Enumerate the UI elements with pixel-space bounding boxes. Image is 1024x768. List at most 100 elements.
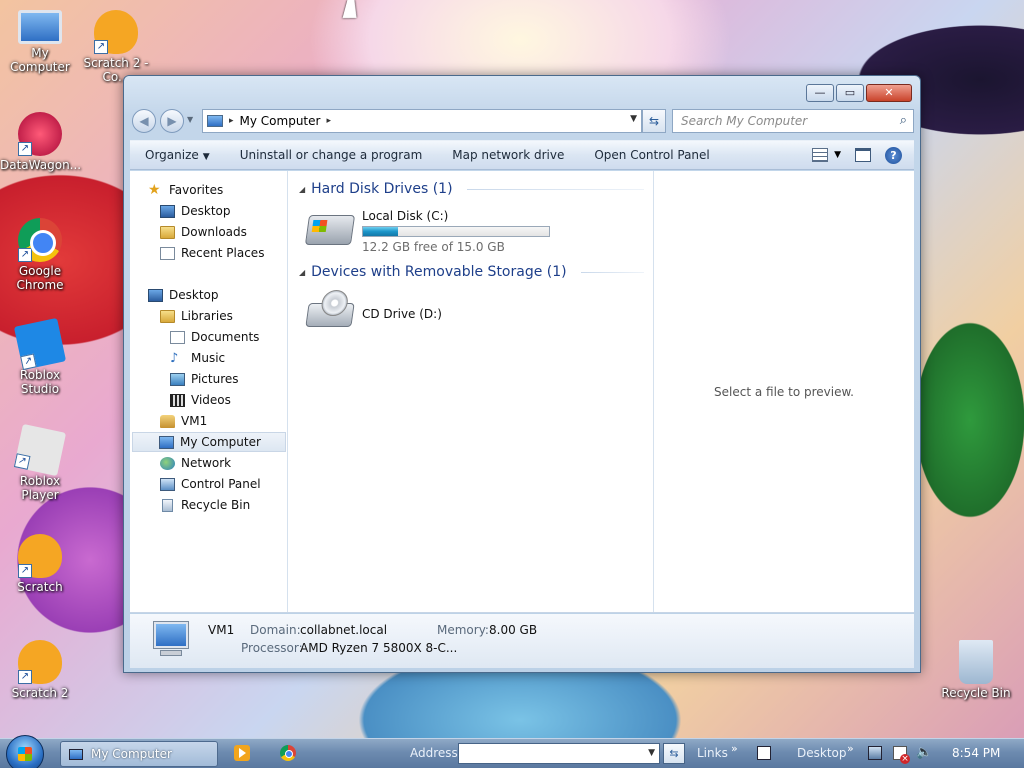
taskbar-go-button[interactable]: ⇆ <box>663 743 685 764</box>
nav-item-music[interactable]: ♪ Music <box>170 348 225 368</box>
address-dropdown-icon[interactable]: ▼ <box>630 114 637 124</box>
computer-icon <box>159 435 174 449</box>
nav-item-videos[interactable]: Videos <box>170 390 231 410</box>
breadcrumb-separator-icon[interactable]: ▸ <box>229 116 234 126</box>
nav-label: Documents <box>191 330 260 344</box>
desktop-icon-label: Roblox Player <box>19 474 61 502</box>
arrow-right-icon: ▶ <box>167 114 177 128</box>
links-toolbar[interactable]: Links <box>697 746 728 760</box>
nav-label: Recent Places <box>181 246 265 260</box>
drive-cd-d[interactable]: CD Drive (D:) <box>305 293 567 337</box>
domain-value: collabnet.local <box>300 623 388 637</box>
chrome-icon[interactable] <box>280 745 296 761</box>
desktop-toolbar[interactable]: Desktop <box>797 746 847 760</box>
help-icon[interactable]: ? <box>885 146 902 164</box>
computer-icon <box>69 748 83 760</box>
address-bar[interactable]: ▸ My Computer ▸ ▼ <box>202 109 642 133</box>
drive-local-disk-c[interactable]: Local Disk (C:) 12.2 GB free of 15.0 GB <box>304 209 567 254</box>
processor-label: Processor: <box>241 641 303 655</box>
nav-item-desktop[interactable]: Desktop <box>148 285 219 305</box>
nav-label: VM1 <box>181 414 208 428</box>
navigation-pane: ★ Favorites Desktop Downloads Recent Plac… <box>130 171 288 612</box>
nav-item-pictures[interactable]: Pictures <box>170 369 239 389</box>
minimize-button[interactable]: — <box>806 84 834 102</box>
network-tray-icon[interactable] <box>868 746 882 760</box>
group-header-hard-disk-drives[interactable]: ◢ Hard Disk Drives (1) <box>299 181 644 197</box>
volume-icon[interactable]: 🔈 <box>916 746 932 760</box>
organize-button[interactable]: Organize ▼ <box>130 148 225 162</box>
scratch-cat-icon: ↗ <box>18 534 62 578</box>
desktop-icon-roblox-studio[interactable]: ↗ Roblox Studio <box>0 317 80 396</box>
maximize-button[interactable]: ▭ <box>836 84 864 102</box>
shortcut-arrow-icon: ↗ <box>94 40 108 54</box>
open-control-panel-button[interactable]: Open Control Panel <box>579 148 724 162</box>
nav-item-documents[interactable]: Documents <box>170 327 259 347</box>
nav-item-network[interactable]: Network <box>160 453 231 473</box>
action-center-warning-icon[interactable] <box>893 746 910 764</box>
nav-item-libraries[interactable]: Libraries <box>160 306 233 326</box>
forward-button[interactable]: ▶ <box>160 109 184 133</box>
nav-label: Recycle Bin <box>181 498 251 512</box>
recent-places-icon <box>160 246 175 260</box>
recent-pages-dropdown-icon[interactable]: ▼ <box>187 115 193 124</box>
desktop-icon-roblox-player[interactable]: ↗ Roblox Player <box>0 423 80 502</box>
monitor-icon <box>18 10 62 44</box>
nav-label: My Computer <box>180 435 261 449</box>
start-button[interactable] <box>6 735 44 768</box>
notes-icon[interactable] <box>757 746 771 760</box>
memory-label: Memory: <box>437 623 489 637</box>
desktop-icon-label: DataWagon... <box>0 158 82 172</box>
nav-label: Desktop <box>169 288 219 302</box>
shortcut-arrow-icon: ↗ <box>20 353 37 371</box>
downloads-folder-icon <box>160 225 175 239</box>
back-button[interactable]: ◀ <box>132 109 156 133</box>
map-network-drive-button[interactable]: Map network drive <box>437 148 579 162</box>
desktop-chevron-icon[interactable]: » <box>847 742 854 755</box>
breadcrumb-my-computer[interactable]: My Computer <box>240 114 321 128</box>
desktop-icon-scratch2-copy[interactable]: ↗ Scratch 2 - Co... <box>76 10 156 84</box>
search-input[interactable]: Search My Computer ⌕ <box>672 109 914 133</box>
nav-item-downloads[interactable]: Downloads <box>160 222 247 242</box>
nav-item-recycle-bin[interactable]: Recycle Bin <box>160 495 250 515</box>
nav-item-my-computer[interactable]: My Computer <box>132 432 286 452</box>
nav-item-recent-places[interactable]: Recent Places <box>160 243 264 263</box>
links-chevron-icon[interactable]: » <box>731 742 738 755</box>
system-clock[interactable]: 8:54 PM <box>952 746 1000 760</box>
arrow-left-icon: ◀ <box>139 114 149 128</box>
desktop-icon-datawagon[interactable]: ↗ DataWagon... <box>0 112 82 172</box>
control-panel-icon <box>160 477 175 491</box>
nav-item-control-panel[interactable]: Control Panel <box>160 474 261 494</box>
nav-item-vm1[interactable]: VM1 <box>160 411 207 431</box>
nav-label: Network <box>181 456 232 470</box>
desktop-icon-my-computer[interactable]: My Computer <box>0 10 80 74</box>
desktop-icon-recycle-bin[interactable]: Recycle Bin <box>936 640 1016 700</box>
computer-name: VM1 <box>208 623 235 637</box>
window-titlebar[interactable]: — ▭ ✕ <box>124 76 920 108</box>
collapse-triangle-icon[interactable]: ◢ <box>299 268 305 277</box>
group-header-removable-storage[interactable]: ◢ Devices with Removable Storage (1) <box>299 264 644 280</box>
taskbar-button-my-computer[interactable]: My Computer <box>60 741 218 767</box>
desktop-icon-scratch2[interactable]: ↗ Scratch 2 <box>0 640 80 700</box>
scratch-cat-icon: ↗ <box>18 640 62 684</box>
nav-item-fav-desktop[interactable]: Desktop <box>160 201 231 221</box>
desktop-icon-label: Scratch <box>17 580 63 594</box>
roblox-studio-icon: ↗ <box>13 317 67 371</box>
breadcrumb-separator-icon[interactable]: ▸ <box>326 116 331 126</box>
nav-label: Libraries <box>181 309 233 323</box>
nav-item-favorites[interactable]: ★ Favorites <box>148 180 223 200</box>
desktop-icon-scratch[interactable]: ↗ Scratch <box>0 534 80 594</box>
desktop-icon-label: My Computer <box>10 46 70 74</box>
uninstall-program-button[interactable]: Uninstall or change a program <box>225 148 438 162</box>
search-icon[interactable]: ⌕ <box>900 110 907 132</box>
chevron-down-icon[interactable]: ▼ <box>648 748 655 758</box>
collapse-triangle-icon[interactable]: ◢ <box>299 185 305 194</box>
media-player-icon[interactable] <box>234 745 250 761</box>
shortcut-arrow-icon: ↗ <box>18 248 32 262</box>
change-view-button[interactable]: ▼ <box>812 148 841 162</box>
desktop-icon-google-chrome[interactable]: ↗ Google Chrome <box>0 218 80 292</box>
refresh-button[interactable]: ⇆ <box>642 109 666 133</box>
close-button[interactable]: ✕ <box>866 84 912 102</box>
taskbar-address-input[interactable]: ▼ <box>458 743 660 764</box>
group-label: Hard Disk Drives (1) <box>311 181 453 197</box>
preview-pane-toggle-icon[interactable] <box>855 148 871 162</box>
